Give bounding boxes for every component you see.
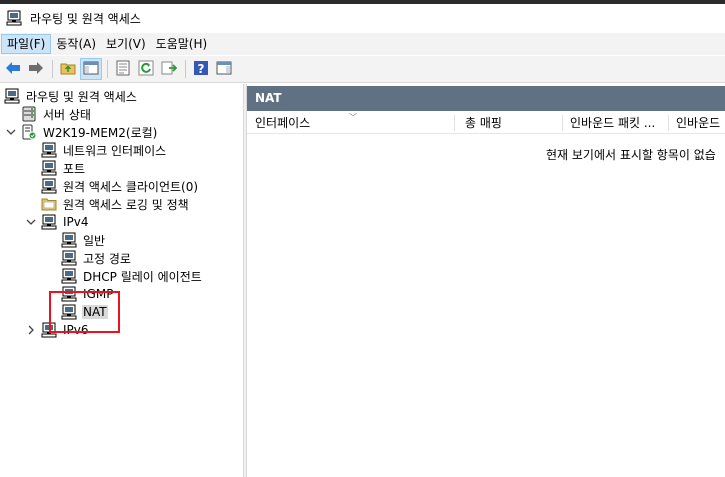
export-list-icon [161, 60, 178, 79]
refresh-button[interactable] [135, 58, 157, 80]
routing-server-icon [6, 10, 22, 26]
tree-item-label: W2K19-MEM2(로컬) [43, 125, 158, 140]
tree-item-network-interfaces[interactable]: 네트워크 인터페이스 [41, 141, 167, 159]
server-status-icon [21, 106, 37, 122]
back-arrow-icon [5, 60, 21, 79]
column-total-mappings[interactable]: 총 매핑 [457, 112, 561, 134]
forward-arrow-icon [28, 60, 44, 79]
show-hide-tree-icon [83, 60, 99, 79]
column-inbound[interactable]: 인바운드 [668, 112, 725, 134]
show-hide-action-pane-icon [216, 60, 232, 79]
tree-item-dhcp-relay[interactable]: DHCP 릴레이 에이전트 [61, 267, 203, 285]
export-list-button[interactable] [158, 58, 180, 80]
window-title: 라우팅 및 원격 액세스 [30, 11, 141, 26]
dhcp-relay-icon [61, 268, 77, 284]
tree-item-label: 원격 액세스 클라이언트(0) [63, 179, 199, 194]
column-headers: 인터페이스 ﹀ 총 매핑 인바운드 패킷 ... 인바운드 [247, 112, 725, 134]
tree-item-label: 고정 경로 [83, 251, 131, 266]
tree-item-root[interactable]: 라우팅 및 원격 액세스 [4, 87, 138, 105]
toolbar-separator [185, 60, 186, 78]
title-bar: 라우팅 및 원격 액세스 [0, 4, 725, 32]
toolbar-separator [107, 60, 108, 78]
toolbar: ? [0, 56, 725, 83]
empty-list-message: 현재 보기에서 표시할 항목이 없습 [546, 148, 716, 162]
svg-text:?: ? [198, 62, 205, 76]
general-icon [61, 232, 77, 248]
menu-help[interactable]: 도움말(H) [151, 34, 213, 54]
ports-icon [41, 160, 57, 176]
menu-bar: 파일(F) 동작(A) 보기(V) 도움말(H) [0, 33, 725, 55]
tree-item-label: DHCP 릴레이 에이전트 [83, 269, 202, 284]
menu-view[interactable]: 보기(V) [101, 34, 151, 54]
routing-server-icon [4, 88, 20, 104]
console-tree: 라우팅 및 원격 액세스 서버 상태 W2K19-MEM2(로컬) 네트워크 인… [0, 84, 243, 477]
folder-icon [41, 196, 57, 212]
tree-item-server[interactable]: W2K19-MEM2(로컬) [5, 123, 158, 141]
ipv4-icon [41, 214, 57, 230]
column-inbound-packets[interactable]: 인바운드 패킷 ... [562, 112, 667, 134]
properties-button[interactable] [112, 58, 134, 80]
refresh-icon [138, 60, 154, 79]
menu-action[interactable]: 동작(A) [51, 34, 101, 54]
tree-item-remote-access-clients[interactable]: 원격 액세스 클라이언트(0) [41, 177, 199, 195]
tree-item-general[interactable]: 일반 [61, 231, 106, 249]
chevron-down-icon[interactable] [25, 216, 37, 228]
up-folder-icon [60, 60, 76, 79]
tree-item-label: 일반 [83, 233, 106, 248]
tree-item-label: 서버 상태 [43, 107, 91, 122]
show-hide-console-tree-button[interactable] [80, 58, 102, 80]
tree-item-remote-access-logging[interactable]: 원격 액세스 로깅 및 정책 [41, 195, 190, 213]
tree-item-static-routes[interactable]: 고정 경로 [61, 249, 132, 267]
network-interface-icon [41, 142, 57, 158]
properties-icon [115, 60, 131, 79]
tree-item-server-status[interactable]: 서버 상태 [21, 105, 92, 123]
tree-item-ipv4[interactable]: IPv4 [25, 213, 90, 231]
show-hide-action-pane-button[interactable] [213, 58, 235, 80]
menu-file[interactable]: 파일(F) [1, 34, 52, 54]
tree-item-label: 네트워크 인터페이스 [63, 143, 167, 158]
tree-item-label: IPv4 [63, 215, 89, 229]
help-icon: ? [193, 60, 209, 79]
tree-item-ports[interactable]: 포트 [41, 159, 86, 177]
tree-item-label: 라우팅 및 원격 액세스 [26, 89, 137, 104]
remote-access-clients-icon [41, 178, 57, 194]
up-one-level-button[interactable] [57, 58, 79, 80]
static-routes-icon [61, 250, 77, 266]
column-divider[interactable] [454, 115, 455, 131]
tree-item-label: 포트 [63, 161, 86, 176]
tree-item-label: 원격 액세스 로깅 및 정책 [63, 197, 189, 212]
highlight-annotation-box [49, 291, 120, 333]
details-header: NAT [247, 86, 725, 111]
help-button[interactable]: ? [190, 58, 212, 80]
server-computer-icon [21, 124, 37, 140]
chevron-down-icon[interactable] [5, 126, 17, 138]
toolbar-separator [52, 60, 53, 78]
chevron-right-icon[interactable] [25, 324, 37, 336]
details-pane: NAT 인터페이스 ﹀ 총 매핑 인바운드 패킷 ... 인바운드 현재 보기에… [247, 84, 725, 477]
forward-button[interactable] [25, 58, 47, 80]
back-button[interactable] [2, 58, 24, 80]
sort-indicator-icon: ﹀ [349, 113, 357, 122]
